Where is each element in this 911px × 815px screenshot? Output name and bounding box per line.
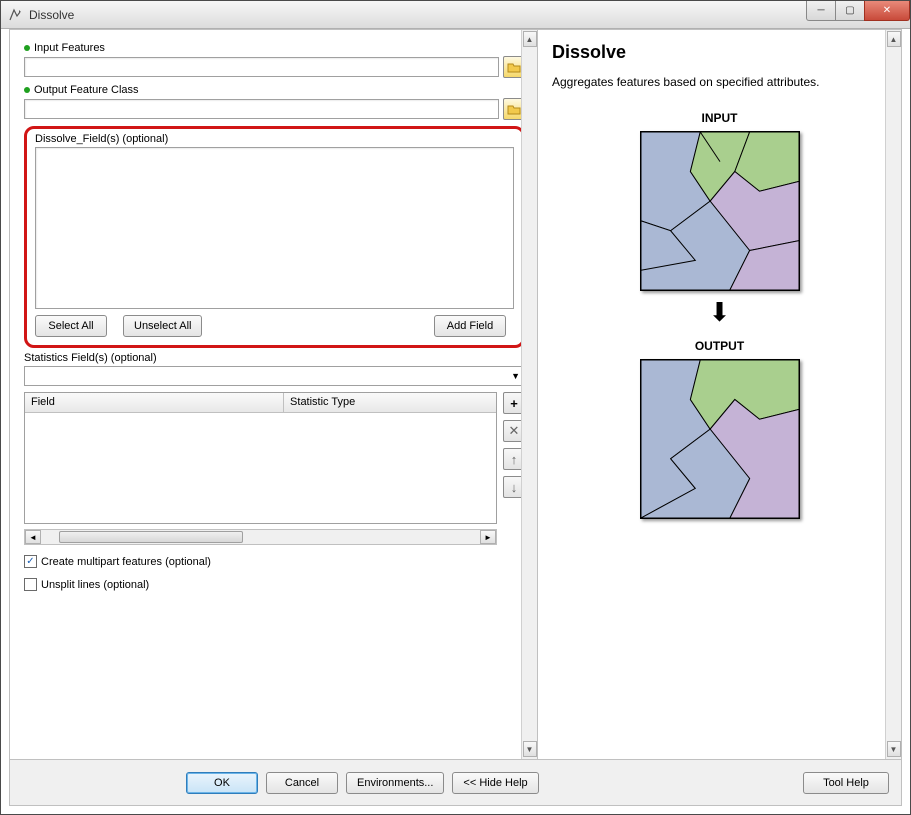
required-dot-icon — [24, 45, 30, 51]
ok-button[interactable]: OK — [186, 772, 258, 794]
statistics-area: Field Statistic Type + ✕ ↑ ↓ — [24, 392, 525, 524]
panes: Input Features Output Feature Class — [10, 30, 901, 759]
hide-help-button[interactable]: << Hide Help — [452, 772, 538, 794]
help-pane: Dissolve Aggregates features based on sp… — [538, 30, 901, 759]
col-field-header[interactable]: Field — [25, 393, 284, 412]
col-stat-header[interactable]: Statistic Type — [284, 393, 496, 412]
statistics-hscroll[interactable]: ◄ ► — [24, 529, 497, 545]
dissolve-fields-highlight: Dissolve_Field(s) (optional) Select All … — [24, 126, 525, 348]
hscroll-thumb[interactable] — [59, 531, 243, 543]
scroll-left-icon[interactable]: ◄ — [25, 530, 41, 544]
input-features-input[interactable] — [24, 57, 499, 77]
help-title: Dissolve — [552, 42, 887, 63]
minimize-button[interactable]: ─ — [806, 1, 836, 21]
statistics-fields-label: Statistics Field(s) (optional) — [24, 352, 525, 364]
titlebar[interactable]: Dissolve ─ ▢ ✕ — [1, 1, 910, 29]
cancel-button[interactable]: Cancel — [266, 772, 338, 794]
statistics-fields-text: Statistics Field(s) (optional) — [24, 352, 157, 364]
unselect-all-button[interactable]: Unselect All — [123, 315, 202, 337]
window-buttons: ─ ▢ ✕ — [807, 1, 910, 28]
unsplit-label: Unsplit lines (optional) — [41, 579, 149, 591]
maximize-button[interactable]: ▢ — [835, 1, 865, 21]
output-feature-class-text: Output Feature Class — [34, 84, 139, 96]
dissolve-fields-text: Dissolve_Field(s) (optional) — [35, 133, 168, 145]
help-diagram: INPUT ⬇ OUTPUT — [552, 105, 887, 519]
parameters-pane: Input Features Output Feature Class — [10, 30, 538, 759]
multipart-checkbox[interactable]: ✓ — [24, 555, 37, 568]
scroll-down-icon[interactable]: ▼ — [523, 741, 537, 757]
close-button[interactable]: ✕ — [864, 1, 910, 21]
diagram-output-label: OUTPUT — [695, 339, 744, 353]
statistics-table[interactable]: Field Statistic Type — [24, 392, 497, 524]
window-title: Dissolve — [29, 8, 807, 22]
unsplit-checkbox[interactable] — [24, 578, 37, 591]
scroll-down-icon[interactable]: ▼ — [887, 741, 901, 757]
statistics-table-body[interactable] — [25, 413, 496, 523]
unsplit-checkbox-row: Unsplit lines (optional) — [24, 578, 525, 591]
chevron-down-icon: ▼ — [511, 371, 520, 381]
app-icon — [7, 7, 23, 23]
input-features-text: Input Features — [34, 42, 105, 54]
right-scrollbar[interactable]: ▲ ▼ — [885, 30, 901, 759]
hscroll-track[interactable] — [41, 530, 480, 544]
help-description: Aggregates features based on specified a… — [552, 75, 887, 89]
scroll-right-icon[interactable]: ► — [480, 530, 496, 544]
input-features-row — [24, 56, 525, 78]
folder-open-icon — [507, 60, 521, 74]
input-features-label: Input Features — [24, 42, 525, 54]
multipart-checkbox-row: ✓ Create multipart features (optional) — [24, 555, 525, 568]
add-field-button[interactable]: Add Field — [434, 315, 506, 337]
diagram-input-label: INPUT — [702, 111, 738, 125]
dialog-window: Dissolve ─ ▢ ✕ Input Features — [0, 0, 911, 815]
dissolve-fields-list[interactable] — [35, 147, 514, 309]
arrow-down-icon: ⬇ — [709, 299, 731, 325]
statistics-fields-dropdown[interactable]: ▼ — [24, 366, 525, 386]
output-map-icon — [640, 359, 800, 519]
scroll-up-icon[interactable]: ▲ — [887, 31, 901, 47]
left-scrollbar[interactable]: ▲ ▼ — [521, 30, 537, 759]
output-feature-class-input[interactable] — [24, 99, 499, 119]
select-all-button[interactable]: Select All — [35, 315, 107, 337]
folder-open-icon — [507, 102, 521, 116]
tool-help-button[interactable]: Tool Help — [803, 772, 889, 794]
multipart-label: Create multipart features (optional) — [41, 556, 211, 568]
dissolve-fields-buttons: Select All Unselect All Add Field — [35, 315, 514, 337]
button-bar: OK Cancel Environments... << Hide Help T… — [10, 759, 901, 805]
environments-button[interactable]: Environments... — [346, 772, 444, 794]
input-map-icon — [640, 131, 800, 291]
statistics-table-header: Field Statistic Type — [25, 393, 496, 413]
scroll-up-icon[interactable]: ▲ — [523, 31, 537, 47]
required-dot-icon — [24, 87, 30, 93]
client-area: Input Features Output Feature Class — [9, 29, 902, 806]
output-feature-class-row — [24, 98, 525, 120]
output-feature-class-label: Output Feature Class — [24, 84, 525, 96]
dissolve-fields-label: Dissolve_Field(s) (optional) — [35, 133, 514, 145]
